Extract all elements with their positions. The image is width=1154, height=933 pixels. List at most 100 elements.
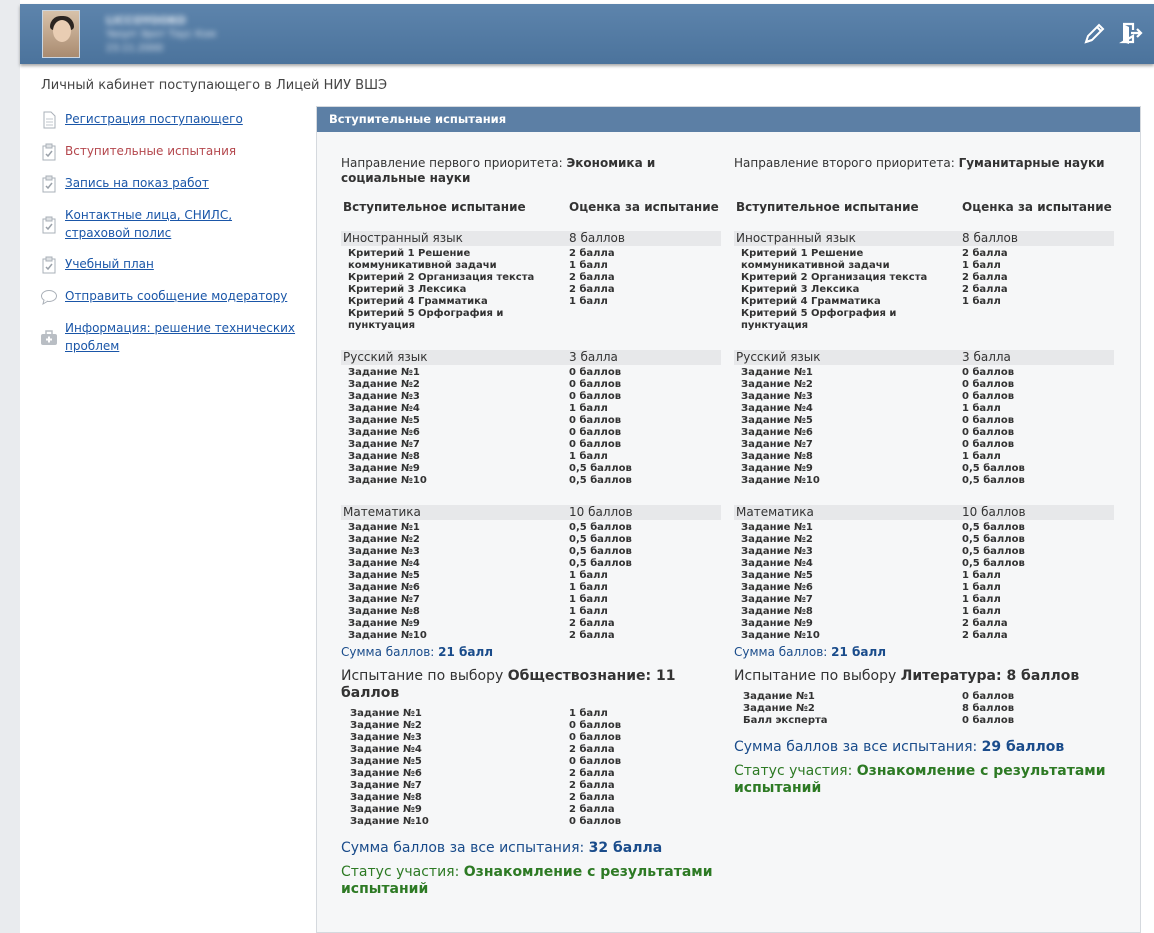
detail-label: Задание №3 bbox=[348, 546, 420, 557]
sidebar-item-tech-help[interactable]: Информация: решение технических проблем bbox=[40, 319, 300, 355]
column-header-test: Вступительное испытание bbox=[343, 200, 526, 214]
detail-label: Задание №9 bbox=[741, 463, 813, 474]
detail-row: Задание №6 0 баллов bbox=[734, 427, 1114, 439]
detail-score: 0,5 баллов bbox=[962, 463, 1025, 474]
detail-score: 0,5 баллов bbox=[569, 522, 632, 533]
sidebar-item-label[interactable]: Контактные лица, СНИЛС, страховой полис bbox=[65, 206, 240, 242]
priority-label: Направление второго приоритета: bbox=[734, 156, 959, 170]
detail-score: 0,5 баллов bbox=[569, 475, 632, 486]
subject-row: Русский язык 3 балла bbox=[734, 350, 1114, 365]
detail-score: 0,5 баллов bbox=[962, 534, 1025, 545]
detail-row: Задание №8 1 балл bbox=[341, 606, 721, 618]
detail-row: Задание №5 0 баллов bbox=[734, 415, 1114, 427]
elective-details: Задание №1 0 баллов Задание №2 8 баллов Балл… bbox=[734, 685, 1114, 727]
detail-label: Критерий 4 Грамматика bbox=[741, 296, 881, 307]
detail-row: Критерий 2 Организация текста 2 балла bbox=[734, 272, 1114, 284]
detail-row: Задание №2 8 баллов bbox=[734, 703, 1114, 715]
detail-row: Задание №7 0 баллов bbox=[341, 439, 721, 451]
detail-score: 1 балл bbox=[569, 296, 608, 307]
detail-row: Критерий 4 Грамматика 1 балл bbox=[341, 296, 721, 308]
sidebar-item-contacts[interactable]: Контактные лица, СНИЛС, страховой полис bbox=[40, 206, 240, 242]
sidebar-item-label[interactable]: Отправить сообщение модератору bbox=[65, 287, 287, 305]
detail-label: Задание №8 bbox=[741, 451, 813, 462]
subject-score: 3 балла bbox=[569, 350, 618, 364]
subject-row: Иностранный язык 8 баллов bbox=[734, 231, 1114, 246]
detail-row: Задание №5 1 балл bbox=[734, 570, 1114, 582]
elective-score: : 8 баллов bbox=[995, 668, 1080, 684]
elective-label: Испытание по выбору bbox=[341, 668, 508, 684]
detail-score: 2 балла bbox=[569, 744, 615, 755]
detail-label: Задание №8 bbox=[350, 792, 422, 803]
detail-row: Задание №1 0,5 баллов bbox=[341, 522, 721, 534]
detail-row: Задание №3 0,5 баллов bbox=[341, 546, 721, 558]
detail-label: Задание №7 bbox=[348, 594, 420, 605]
detail-score: 1 балл bbox=[569, 451, 608, 462]
subject-name: Иностранный язык bbox=[736, 231, 856, 245]
detail-label: Задание №2 bbox=[741, 534, 813, 545]
detail-label: Задание №7 bbox=[350, 780, 422, 791]
detail-score: 2 балла bbox=[569, 284, 615, 295]
detail-score: 0 баллов bbox=[569, 367, 622, 378]
detail-row: Балл эксперта 0 баллов bbox=[734, 715, 1114, 727]
user-fullname: Yaoyrr Эрот Таус Кхм bbox=[106, 29, 216, 40]
sidebar-item-label[interactable]: Учебный план bbox=[65, 255, 154, 273]
detail-label: Задание №1 bbox=[348, 367, 420, 378]
detail-row: Задание №7 0 баллов bbox=[734, 439, 1114, 451]
elective-test: Испытание по выбору Литература: 8 баллов bbox=[734, 668, 1114, 685]
detail-score: 2 балла bbox=[569, 804, 615, 815]
detail-score: 2 балла bbox=[569, 630, 615, 641]
detail-score: 0,5 баллов bbox=[962, 558, 1025, 569]
subject-row: Математика 10 баллов bbox=[341, 505, 721, 520]
detail-score: 2 балла bbox=[962, 272, 1008, 283]
detail-label: Задание №8 bbox=[348, 451, 420, 462]
detail-label: Задание №1 bbox=[741, 367, 813, 378]
detail-score: 0 баллов bbox=[962, 427, 1015, 438]
sidebar-item-work-review[interactable]: Запись на показ работ bbox=[40, 174, 305, 193]
subtotal-value: 21 балл bbox=[831, 645, 887, 659]
sidebar-item-message-moderator[interactable]: Отправить сообщение модератору bbox=[40, 287, 305, 306]
results-column-2: Направление второго приоритета: Гуманита… bbox=[734, 156, 1114, 797]
participation-status: Статус участия: Ознакомление с результат… bbox=[734, 763, 1114, 797]
subject-name: Математика bbox=[343, 505, 421, 519]
sidebar-item-registration[interactable]: Регистрация поступающего bbox=[40, 110, 305, 129]
detail-label: Задание №3 bbox=[350, 732, 422, 743]
sidebar-item-entrance-tests[interactable]: Вступительные испытания bbox=[40, 142, 305, 161]
detail-score: 1 балл bbox=[569, 594, 608, 605]
detail-label: Задание №4 bbox=[741, 558, 813, 569]
sidebar-item-label[interactable]: Запись на показ работ bbox=[65, 174, 209, 192]
detail-label: Задание №9 bbox=[350, 804, 422, 815]
subject-details: Критерий 1 Решение коммуникативной задач… bbox=[341, 246, 721, 332]
detail-row: Критерий 5 Орфография и пунктуация bbox=[734, 308, 1114, 332]
detail-label: Задание №5 bbox=[350, 756, 422, 767]
left-edge bbox=[0, 0, 20, 933]
detail-score: 1 балл bbox=[569, 708, 608, 719]
entrance-tests-panel: Вступительные испытания Направление перв… bbox=[316, 106, 1141, 933]
detail-score: 0 баллов bbox=[962, 691, 1015, 702]
subtotal-label: Сумма баллов: bbox=[734, 645, 832, 659]
detail-label: Задание №3 bbox=[348, 391, 420, 402]
sidebar-item-label[interactable]: Регистрация поступающего bbox=[65, 110, 243, 128]
elective-subject: Обществознание bbox=[507, 668, 646, 684]
detail-label: Критерий 2 Организация текста bbox=[348, 272, 535, 283]
detail-row: Критерий 4 Грамматика 1 балл bbox=[734, 296, 1114, 308]
logout-icon[interactable] bbox=[1118, 20, 1144, 46]
subject-name: Иностранный язык bbox=[343, 231, 463, 245]
sidebar-item-label[interactable]: Информация: решение технических проблем bbox=[65, 319, 300, 355]
document-icon bbox=[43, 111, 56, 129]
subject-score: 3 балла bbox=[962, 350, 1011, 364]
elective-subject: Литература bbox=[900, 668, 996, 684]
detail-label: Задание №3 bbox=[741, 391, 813, 402]
detail-row: Задание №1 0 баллов bbox=[734, 691, 1114, 703]
sidebar-item-study-plan[interactable]: Учебный план bbox=[40, 255, 305, 274]
detail-label: Задание №8 bbox=[741, 606, 813, 617]
detail-score: 2 балла bbox=[962, 284, 1008, 295]
detail-score: 0,5 баллов bbox=[569, 534, 632, 545]
sidebar-item-label[interactable]: Вступительные испытания bbox=[65, 142, 236, 160]
elective-label: Испытание по выбору bbox=[734, 668, 901, 684]
detail-row: Задание №3 0 баллов bbox=[341, 732, 721, 744]
subject-row: Русский язык 3 балла bbox=[341, 350, 721, 365]
subject-details: Задание №1 0 баллов Задание №2 0 баллов Зада… bbox=[734, 365, 1114, 487]
edit-pencil-icon[interactable] bbox=[1082, 20, 1108, 46]
